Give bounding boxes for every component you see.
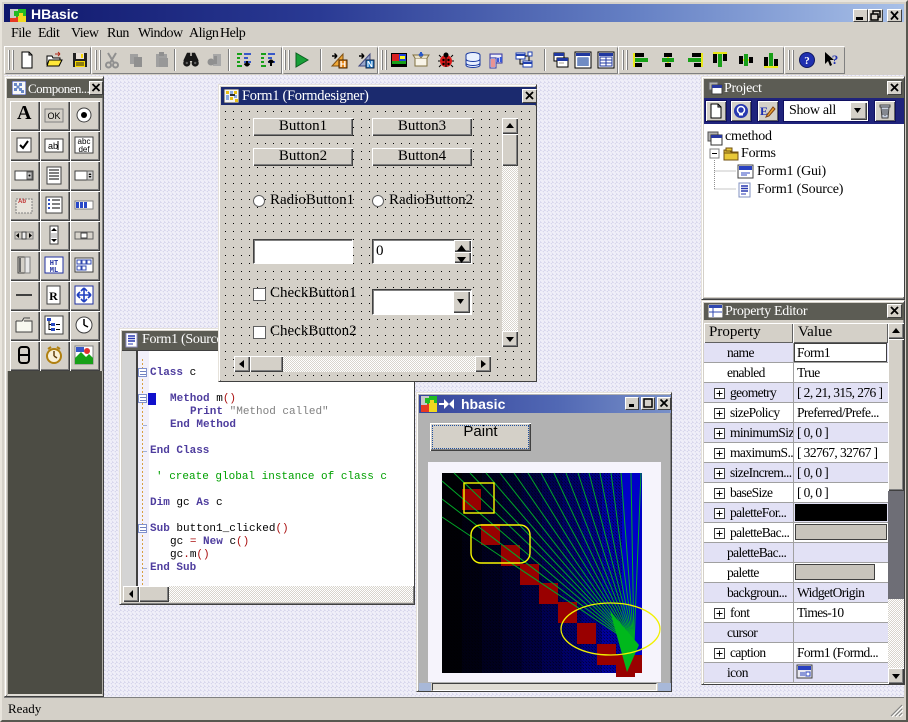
svg-text:?: ?: [832, 52, 839, 67]
svg-text:R: R: [49, 289, 58, 303]
svg-text:Ab: Ab: [18, 199, 26, 205]
svg-text:OK: OK: [47, 111, 60, 121]
svg-text:H: H: [340, 59, 346, 69]
svg-text:ab: ab: [48, 141, 58, 151]
svg-text:N: N: [367, 59, 373, 69]
svg-text:?: ?: [804, 55, 810, 67]
svg-text:ML: ML: [50, 267, 58, 275]
svg-text:def: def: [78, 145, 90, 154]
